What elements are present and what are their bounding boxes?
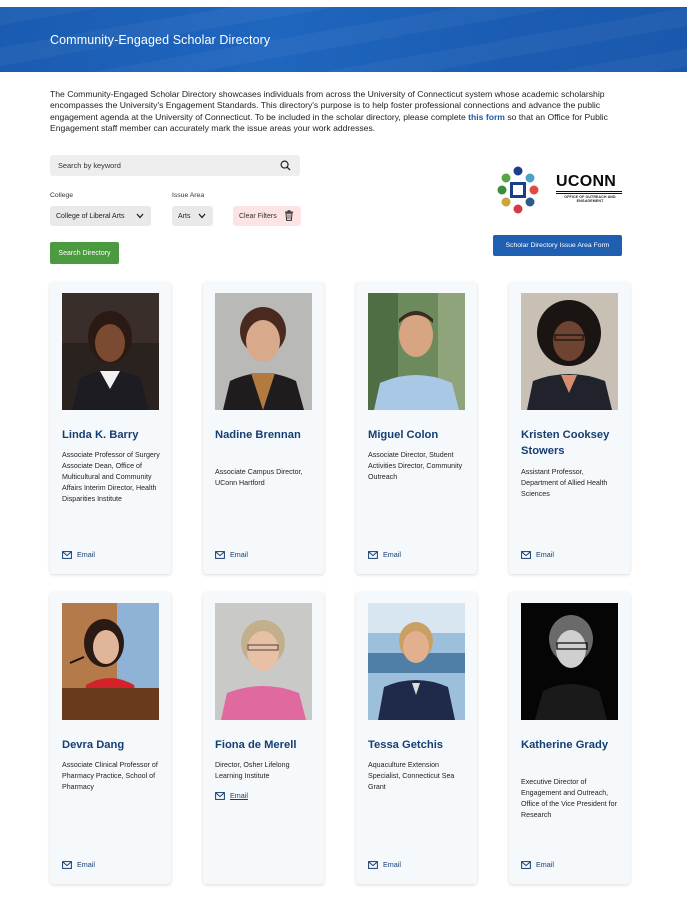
scholar-photo (368, 293, 465, 410)
chevron-down-icon (198, 213, 206, 219)
search-bar (50, 155, 300, 176)
issue-area-select[interactable]: Arts (172, 206, 213, 226)
email-link[interactable]: Email (368, 860, 401, 869)
clear-filters-button[interactable]: Clear Filters (233, 206, 301, 226)
scholar-name[interactable]: Linda K. Barry (62, 427, 167, 443)
scholar-card[interactable]: Linda K. Barry Associate Professor of Su… (50, 282, 171, 574)
issue-area-select-value: Arts (178, 212, 191, 220)
envelope-icon (215, 550, 225, 559)
scholar-title: Executive Director of Engagement and Out… (521, 778, 617, 819)
scholar-card[interactable]: Katherine Grady Executive Director of En… (509, 592, 630, 884)
search-directory-button[interactable]: Search Directory (50, 242, 119, 264)
email-label: Email (77, 550, 95, 559)
scholar-card[interactable]: Miguel Colon Associate Director, Student… (356, 282, 477, 574)
scholar-card[interactable]: Kristen Cooksey Stowers Assistant Profes… (509, 282, 630, 574)
scholar-card[interactable]: Fiona de Merell Director, Osher Lifelong… (203, 592, 324, 884)
scholar-photo (62, 603, 159, 720)
trash-icon (285, 210, 293, 221)
scholar-name[interactable]: Devra Dang (62, 737, 167, 753)
email-label: Email (536, 550, 554, 559)
header-banner: Community-Engaged Scholar Directory (0, 7, 687, 72)
scholar-name[interactable]: Kristen Cooksey Stowers (521, 427, 626, 459)
search-icon[interactable] (280, 160, 291, 171)
envelope-icon (521, 550, 531, 559)
envelope-icon (215, 791, 225, 800)
email-link[interactable]: Email (521, 860, 554, 869)
uconn-wordmark: UCONN (556, 173, 617, 190)
scholar-card[interactable]: Nadine Brennan Associate Campus Director… (203, 282, 324, 574)
college-filter-label: College (50, 192, 74, 199)
scholar-name[interactable]: Katherine Grady (521, 737, 626, 753)
envelope-icon (521, 860, 531, 869)
scholar-title: Associate Professor of Surgery Associate… (62, 451, 160, 503)
search-input[interactable] (50, 155, 270, 176)
top-strip (0, 0, 687, 7)
scholar-photo (62, 293, 159, 410)
college-select-value: College of Liberal Arts (56, 212, 125, 220)
scholar-title: Associate Clinical Professor of Pharmacy… (62, 761, 158, 791)
scholar-title: Assistant Professor, Department of Allie… (521, 468, 608, 498)
email-label: Email (536, 860, 554, 869)
email-link[interactable]: Email (62, 860, 95, 869)
intro-paragraph: The Community-Engaged Scholar Directory … (50, 89, 630, 135)
email-link[interactable]: Email (215, 550, 248, 559)
scholar-name[interactable]: Tessa Getchis (368, 737, 473, 753)
scholar-photo (368, 603, 465, 720)
scholar-photo (215, 603, 312, 720)
envelope-icon (368, 860, 378, 869)
envelope-icon (368, 550, 378, 559)
scholar-name[interactable]: Fiona de Merell (215, 737, 320, 753)
envelope-icon (62, 550, 72, 559)
scholar-photo (521, 603, 618, 720)
email-link[interactable]: Email (521, 550, 554, 559)
email-link[interactable]: Email (368, 550, 401, 559)
scholar-name[interactable]: Miguel Colon (368, 427, 473, 443)
logo-rule (556, 191, 622, 194)
logo-subtext: OFFICE OF OUTREACH AND ENGAGEMENT (564, 195, 616, 204)
issue-area-filter-label: Issue Area (172, 192, 205, 199)
scholar-name[interactable]: Nadine Brennan (215, 427, 320, 443)
email-label: Email (230, 791, 248, 800)
this-form-link[interactable]: this form (468, 112, 505, 122)
scholar-title: Aquaculture Extension Specialist, Connec… (368, 761, 455, 791)
scholar-card[interactable]: Tessa Getchis Aquaculture Extension Spec… (356, 592, 477, 884)
email-label: Email (383, 550, 401, 559)
scholar-title: Associate Campus Director, UConn Hartfor… (215, 468, 303, 487)
scholar-card[interactable]: Devra Dang Associate Clinical Professor … (50, 592, 171, 884)
page-title: Community-Engaged Scholar Directory (50, 33, 271, 47)
scholar-photo (215, 293, 312, 410)
email-label: Email (230, 550, 248, 559)
email-label: Email (383, 860, 401, 869)
scholar-title: Associate Director, Student Activities D… (368, 451, 463, 481)
scholar-photo (521, 293, 618, 410)
envelope-icon (62, 860, 72, 869)
email-link[interactable]: Email (62, 550, 95, 559)
chevron-down-icon (136, 213, 144, 219)
email-link[interactable]: Email (215, 791, 248, 800)
issue-area-form-button[interactable]: Scholar Directory Issue Area Form (493, 235, 622, 256)
clear-filters-label: Clear Filters (239, 212, 277, 220)
scholar-title: Director, Osher Lifelong Learning Instit… (215, 761, 290, 780)
college-select[interactable]: College of Liberal Arts (50, 206, 151, 226)
email-label: Email (77, 860, 95, 869)
